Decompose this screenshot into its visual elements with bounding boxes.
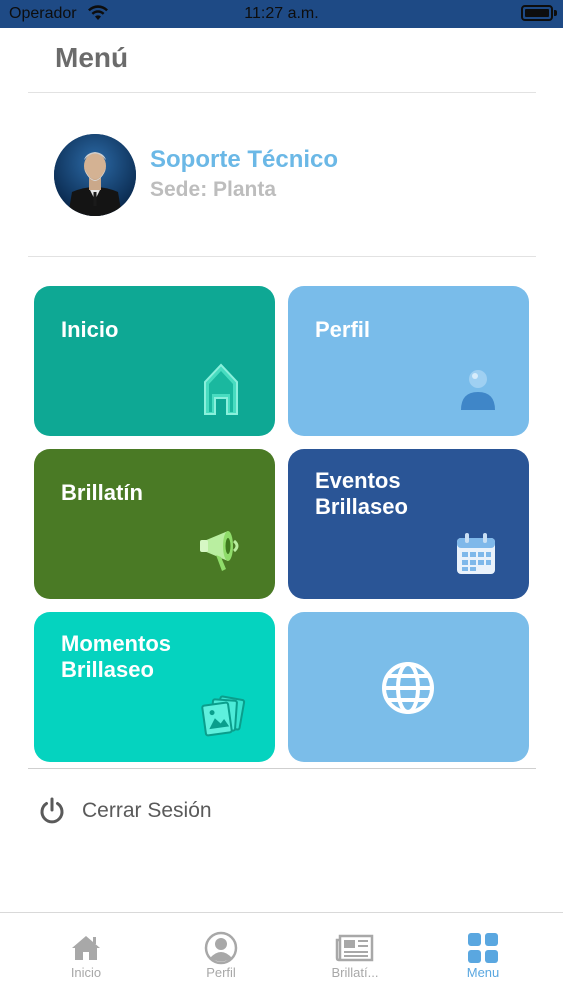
- tile-label: Inicio: [61, 317, 119, 342]
- logout-button[interactable]: Cerrar Sesión: [38, 794, 258, 828]
- calendar-icon: [457, 533, 495, 574]
- person-icon: [461, 370, 495, 410]
- house-icon: [204, 363, 238, 415]
- user-circle-icon: [204, 931, 238, 965]
- tile-label: Perfil: [315, 317, 371, 342]
- tile-brillatin[interactable]: Brillatín: [34, 449, 275, 599]
- tile-label-line1: Eventos: [315, 468, 401, 493]
- tab-label: Brillatí...: [331, 965, 379, 980]
- grid-icon: [468, 933, 498, 963]
- tab-inicio[interactable]: Inicio: [16, 913, 156, 993]
- tab-bar: Inicio Perfil Brillatí... Menu: [0, 912, 563, 1000]
- user-name: Soporte Técnico: [150, 146, 339, 173]
- avatar: [54, 134, 136, 216]
- tile-label-line2: Brillaseo: [315, 494, 408, 519]
- tile-eventos[interactable]: Eventos Brillaseo: [288, 449, 529, 599]
- status-bar: Operador 11:27 a.m.: [0, 0, 563, 28]
- user-sede: Sede: Planta: [150, 178, 277, 201]
- battery-tip: [554, 10, 557, 16]
- tile-label: Brillatín: [61, 480, 143, 505]
- header-divider: [28, 92, 536, 93]
- tab-brillatin[interactable]: Brillatí...: [285, 913, 425, 993]
- tab-menu[interactable]: Menu: [413, 913, 553, 993]
- page-title: Menú: [55, 42, 129, 73]
- profile-divider: [28, 256, 536, 257]
- tile-label: Eventos Brillaseo: [315, 468, 515, 520]
- tile-momentos[interactable]: Momentos Brillaseo: [34, 612, 275, 762]
- tiles-divider: [28, 768, 536, 769]
- tile-perfil[interactable]: Perfil: [288, 286, 529, 436]
- tab-label: Inicio: [70, 965, 102, 980]
- tab-perfil[interactable]: Perfil: [151, 913, 291, 993]
- tile-web[interactable]: [288, 612, 529, 762]
- tab-label: Menu: [466, 965, 500, 980]
- tile-label: Momentos Brillaseo: [61, 631, 261, 683]
- megaphone-icon: [200, 531, 239, 571]
- house-icon: [72, 936, 100, 960]
- logout-label: Cerrar Sesión: [82, 799, 212, 822]
- battery-icon: [521, 5, 553, 21]
- avatar-photo: [54, 134, 136, 216]
- globe-icon: [382, 662, 434, 714]
- tab-label: Perfil: [206, 965, 236, 980]
- power-icon: [40, 797, 64, 824]
- photos-icon: [201, 695, 246, 737]
- clock: 11:27 a.m.: [244, 5, 319, 22]
- tile-label-line2: Brillaseo: [61, 657, 154, 682]
- newspaper-icon: [335, 934, 374, 962]
- tile-label-line1: Momentos: [61, 631, 171, 656]
- tile-inicio[interactable]: Inicio: [34, 286, 275, 436]
